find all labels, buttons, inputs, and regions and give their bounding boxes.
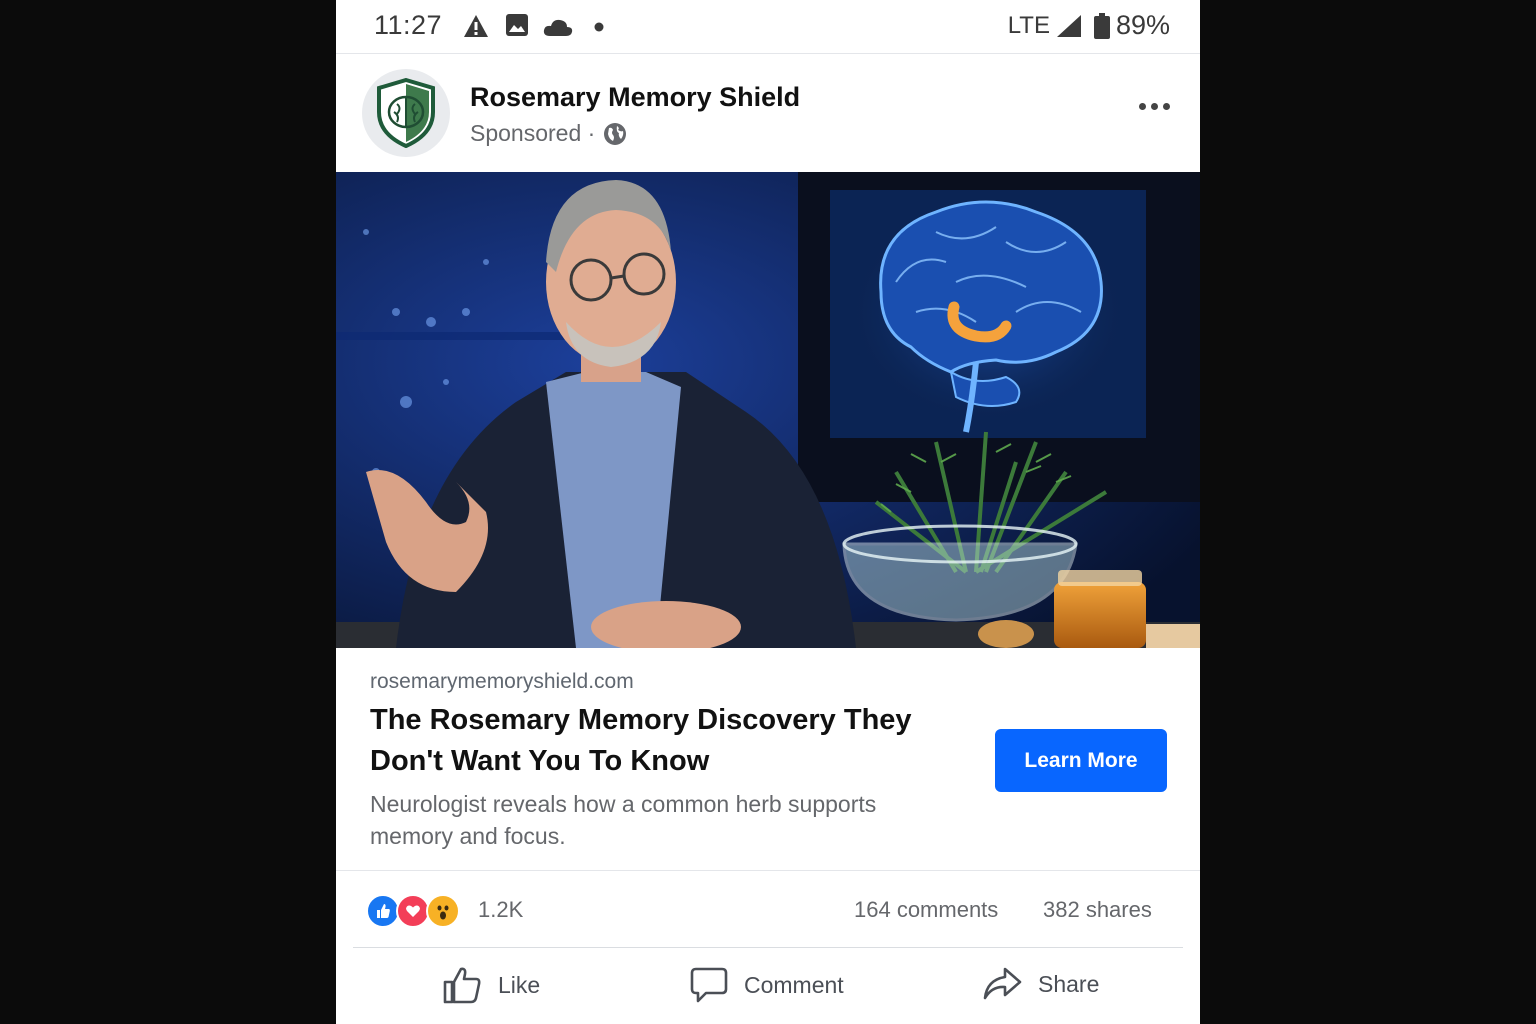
signal-icon	[1056, 14, 1081, 37]
shares-count[interactable]: 382 shares	[1043, 897, 1152, 923]
more-dot	[1162, 102, 1170, 110]
cloud-icon	[543, 19, 573, 36]
like-label: Like	[498, 971, 541, 998]
like-reaction-icon	[366, 894, 400, 928]
status-right: LTE 89%	[1008, 10, 1170, 41]
sponsored-label: Sponsored ·	[470, 120, 596, 146]
share-label: Share	[1038, 970, 1100, 997]
comment-label: Comment	[744, 971, 844, 998]
phone-screen: 11:27 LTE 89% Rosemary Memory Shield Spo…	[336, 0, 1200, 1024]
status-bar: 11:27 LTE 89%	[336, 0, 1200, 54]
engagement-summary: 1.2K 164 comments 382 shares	[336, 871, 1200, 947]
share-icon	[983, 967, 1022, 1000]
reaction-count[interactable]: 1.2K	[478, 897, 523, 923]
sponsored-row: Sponsored ·	[470, 120, 627, 147]
link-domain: rosemarymemoryshield.com	[370, 670, 634, 693]
battery-percent: 89%	[1115, 10, 1170, 40]
action-bar: Like Comment Share	[336, 948, 1200, 1024]
battery-icon	[1093, 12, 1110, 39]
page-name[interactable]: Rosemary Memory Shield	[470, 82, 800, 113]
like-icon	[443, 967, 481, 1004]
post-header: Rosemary Memory Shield Sponsored ·	[336, 54, 1200, 172]
network-label: LTE	[1007, 11, 1050, 39]
more-options-button[interactable]	[1134, 94, 1174, 118]
ad-image[interactable]	[336, 172, 1200, 648]
warning-icon	[464, 15, 488, 37]
brain-shield-logo	[377, 78, 435, 148]
ad-photo-neurologist	[336, 172, 1200, 648]
dot-icon	[594, 22, 604, 32]
wow-reaction-icon	[426, 894, 460, 928]
globe-icon	[604, 122, 627, 145]
comment-button[interactable]: Comment	[690, 966, 844, 1004]
page-avatar[interactable]	[362, 69, 450, 157]
link-preview[interactable]: rosemarymemoryshield.com The Rosemary Me…	[336, 648, 1200, 871]
share-button[interactable]: Share	[982, 966, 1099, 1002]
learn-more-button[interactable]: Learn More	[995, 729, 1167, 792]
like-button[interactable]: Like	[442, 966, 540, 1004]
image-icon	[506, 14, 528, 36]
more-dot	[1150, 102, 1158, 110]
status-time: 11:27	[374, 10, 443, 40]
link-description: Neurologist reveals how a common herb su…	[370, 791, 877, 849]
reaction-icons[interactable]	[366, 894, 460, 928]
link-headline[interactable]: The Rosemary Memory Discovery They Don't…	[370, 700, 970, 782]
more-dot	[1138, 102, 1146, 110]
love-reaction-icon	[396, 894, 430, 928]
comment-icon	[690, 967, 728, 1003]
comments-count[interactable]: 164 comments	[854, 897, 998, 923]
